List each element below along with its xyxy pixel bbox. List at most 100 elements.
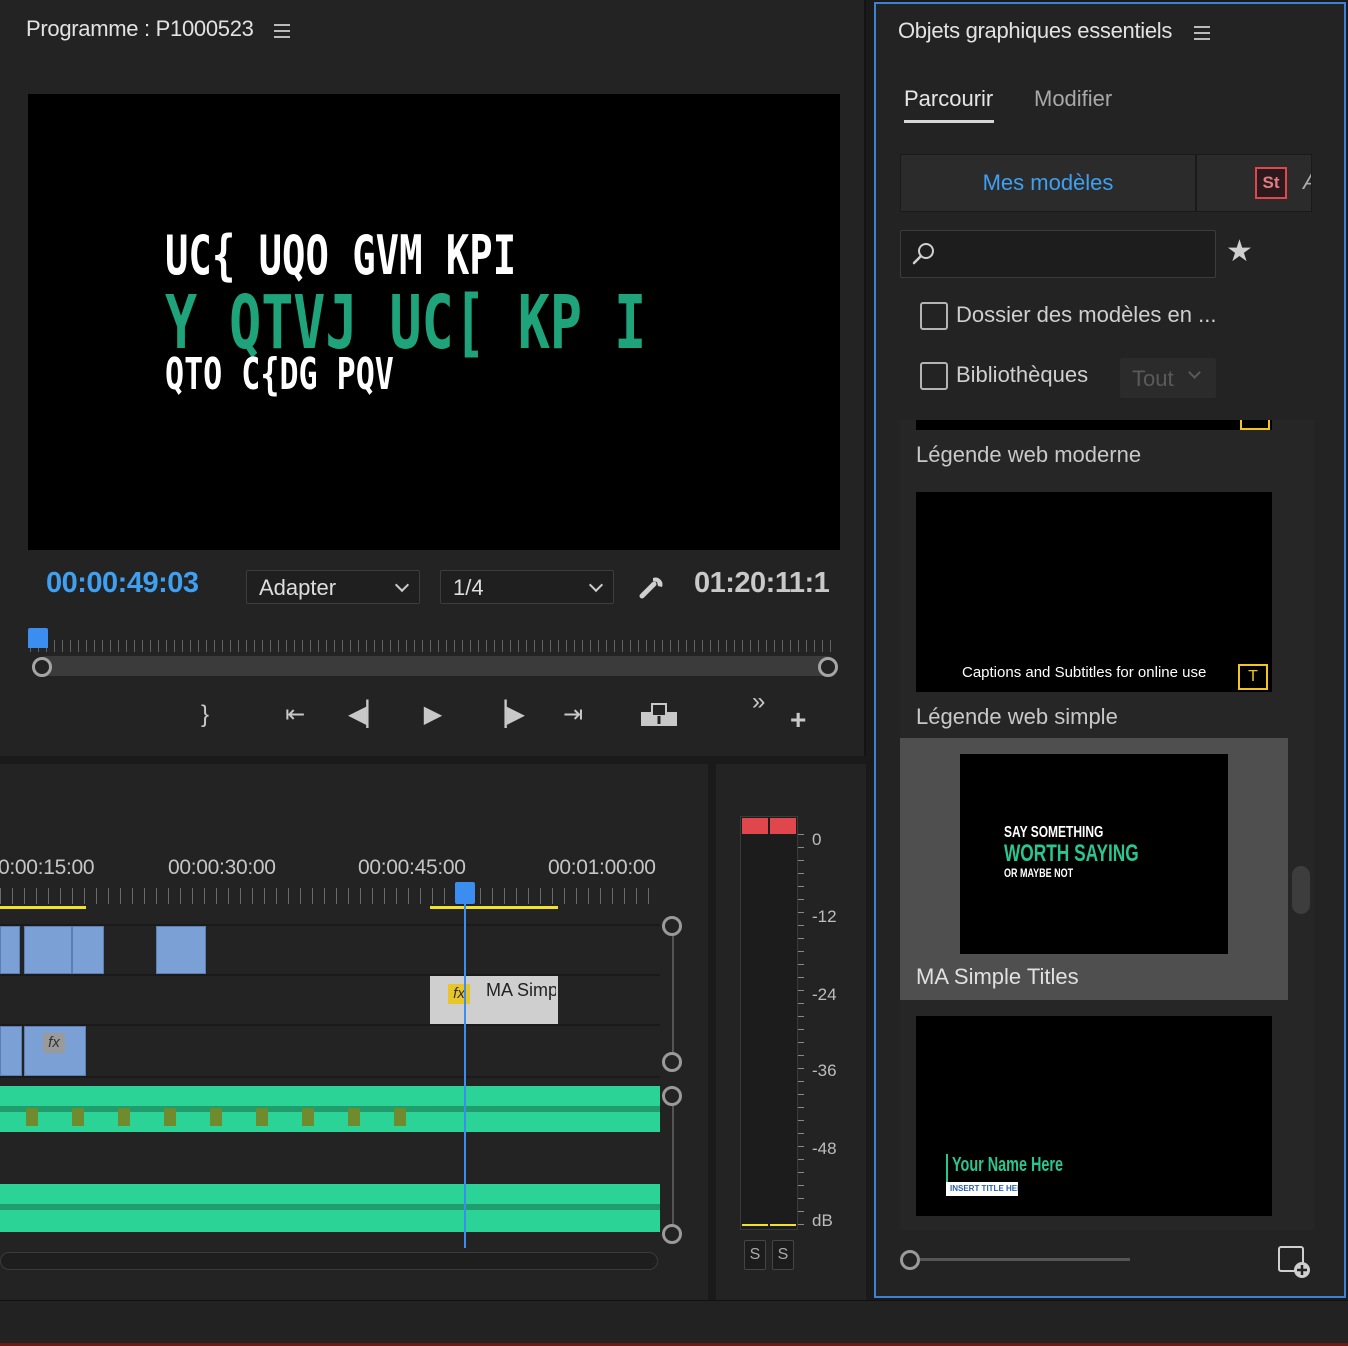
- db-label: -24: [812, 985, 837, 1004]
- search-input[interactable]: [941, 237, 1207, 271]
- track-scroll-knob[interactable]: [662, 1086, 682, 1106]
- audio-clip-a1[interactable]: [0, 1086, 660, 1132]
- ruler-label-4: 00:01:00:00: [548, 856, 656, 879]
- track-scroll-knob[interactable]: [662, 1052, 682, 1072]
- thumbnail-size-handle[interactable]: [900, 1250, 920, 1270]
- template-thumbnail[interactable]: Your Name Here INSERT TITLE HERE: [916, 1016, 1272, 1216]
- thumb-name-text: Your Name Here: [952, 1154, 1063, 1176]
- tab-browse[interactable]: Parcourir: [904, 86, 993, 112]
- db-unit-label: dB: [812, 1211, 833, 1230]
- solo-button-left[interactable]: S: [744, 1240, 766, 1270]
- video-clip[interactable]: [24, 926, 72, 974]
- step-back-button[interactable]: ◀▏: [348, 698, 385, 732]
- zoom-handle-right[interactable]: [818, 657, 838, 677]
- search-icon: [912, 243, 934, 265]
- render-bar-yellow: [430, 906, 558, 909]
- solo-button-right[interactable]: S: [772, 1240, 794, 1270]
- libraries-checkbox[interactable]: [920, 362, 948, 390]
- db-label: -36: [812, 1061, 837, 1080]
- more-controls-icon[interactable]: »: [752, 688, 765, 716]
- wrench-icon[interactable]: [636, 570, 668, 602]
- level-bar-left: [742, 1224, 768, 1226]
- tab-edit[interactable]: Modifier: [1034, 86, 1112, 112]
- favorites-star-icon[interactable]: ★: [1226, 234, 1253, 269]
- thumb-title-box: INSERT TITLE HERE: [946, 1182, 1018, 1196]
- thumb-text-line-2: WORTH SAYING: [1004, 840, 1139, 867]
- monitor-ruler-ticks: [30, 640, 836, 652]
- fx-badge: fx: [448, 984, 470, 1004]
- fx-badge: fx: [43, 1033, 65, 1053]
- premiere-workspace: Programme : P1000523 UC{ UQO GVM KPI Y Q…: [0, 0, 1348, 1346]
- active-tab-underline: [904, 120, 994, 123]
- zoom-handle-left[interactable]: [32, 657, 52, 677]
- db-label: 0: [812, 830, 822, 849]
- db-label: -12: [812, 907, 837, 926]
- audio-meter-panel: 0 -12 -24 -36 -48 dB S S: [716, 764, 866, 1300]
- new-item-icon[interactable]: [1276, 1244, 1312, 1280]
- adobe-stock-tab[interactable]: St A: [1196, 154, 1312, 212]
- fit-dropdown[interactable]: Adapter: [246, 570, 420, 604]
- folder-checkbox[interactable]: [920, 302, 948, 330]
- template-thumbnail[interactable]: Captions and Subtitles for online use T: [916, 492, 1272, 692]
- go-to-in-button[interactable]: ⇤: [278, 698, 312, 732]
- meter-frame: [740, 816, 798, 1230]
- timeline-panel: 0:00:15:00 00:00:30:00 00:00:45:00 00:01…: [0, 764, 708, 1300]
- video-clip[interactable]: [156, 926, 206, 974]
- libraries-select[interactable]: Tout: [1120, 358, 1216, 398]
- timeline-horizontal-scrollbar[interactable]: [0, 1252, 658, 1270]
- libraries-checkbox-label: Bibliothèques: [956, 362, 1089, 387]
- search-field[interactable]: [900, 230, 1216, 278]
- essential-graphics-title: Objets graphiques essentiels: [898, 18, 1173, 43]
- template-caption: Captions and Subtitles for online use: [962, 664, 1207, 681]
- thumb-accent-bar: [946, 1154, 948, 1182]
- video-text-line-3: QTO C{DG PQV: [165, 349, 394, 400]
- audio-clip-a2[interactable]: [0, 1184, 660, 1232]
- thumbnail-size-slider[interactable]: [920, 1258, 1130, 1261]
- template-item-selected[interactable]: SAY SOMETHING WORTH SAYING OR MAYBE NOT …: [900, 738, 1288, 1000]
- monitor-playhead[interactable]: [28, 628, 48, 648]
- video-clip[interactable]: [0, 926, 20, 974]
- resolution-dropdown[interactable]: 1/4: [440, 570, 614, 604]
- status-bar: [0, 1300, 1348, 1344]
- folder-checkbox-label: Dossier des modèles en ...: [956, 302, 1217, 327]
- program-video-frame[interactable]: UC{ UQO GVM KPI Y QTVJ UC[ KP I QTO C{DG…: [28, 94, 840, 550]
- peak-indicator-right: [770, 818, 796, 834]
- add-button-icon[interactable]: +: [790, 704, 806, 736]
- meter-ticks: [798, 834, 804, 1226]
- missing-font-warning-icon: T: [1238, 664, 1268, 690]
- thumb-text-line-3: OR MAYBE NOT: [1004, 866, 1074, 880]
- db-label: -48: [812, 1139, 837, 1158]
- ruler-label-3: 00:00:45:00: [358, 856, 466, 879]
- title-clip-label: MA Simp: [486, 980, 556, 1000]
- scroll-track: [672, 1106, 674, 1224]
- template-title: MA Simple Titles: [916, 964, 1079, 989]
- template-thumbnail: SAY SOMETHING WORTH SAYING OR MAYBE NOT: [960, 754, 1228, 954]
- play-button[interactable]: ▶: [416, 698, 450, 732]
- step-forward-button[interactable]: ▕▶: [488, 698, 525, 732]
- panel-menu-icon[interactable]: [1194, 26, 1210, 40]
- timeline-ruler-ticks: [0, 888, 660, 904]
- insert-icon[interactable]: [640, 702, 678, 728]
- title-clip[interactable]: fx MA Simp: [430, 976, 558, 1024]
- video-clip[interactable]: [72, 926, 104, 974]
- panel-menu-icon[interactable]: [274, 24, 290, 38]
- templates-list: Légende web moderne Captions and Subtitl…: [900, 420, 1314, 1230]
- track-scroll-knob[interactable]: [662, 916, 682, 936]
- monitor-zoom-bar[interactable]: [36, 656, 836, 676]
- scroll-track: [672, 936, 674, 1052]
- go-to-out-button[interactable]: ⇥: [556, 698, 590, 732]
- my-templates-tab[interactable]: Mes modèles: [900, 154, 1196, 212]
- mark-out-button[interactable]: }: [188, 698, 222, 732]
- track-separator: [0, 1076, 660, 1078]
- track-scroll-knob[interactable]: [662, 1224, 682, 1244]
- keyframe-markers: [26, 1108, 436, 1126]
- timeline-playhead-line: [464, 894, 466, 1248]
- essential-graphics-panel: Objets graphiques essentiels Parcourir M…: [874, 2, 1346, 1298]
- video-clip[interactable]: [0, 1026, 22, 1076]
- resolution-dropdown-label: 1/4: [453, 575, 484, 600]
- video-clip[interactable]: fx: [24, 1026, 86, 1076]
- duration-timecode: 01:20:11:1: [694, 567, 830, 599]
- templates-scrollbar-thumb[interactable]: [1292, 866, 1310, 914]
- track-separator: [0, 1024, 660, 1026]
- current-timecode[interactable]: 00:00:49:03: [46, 567, 199, 600]
